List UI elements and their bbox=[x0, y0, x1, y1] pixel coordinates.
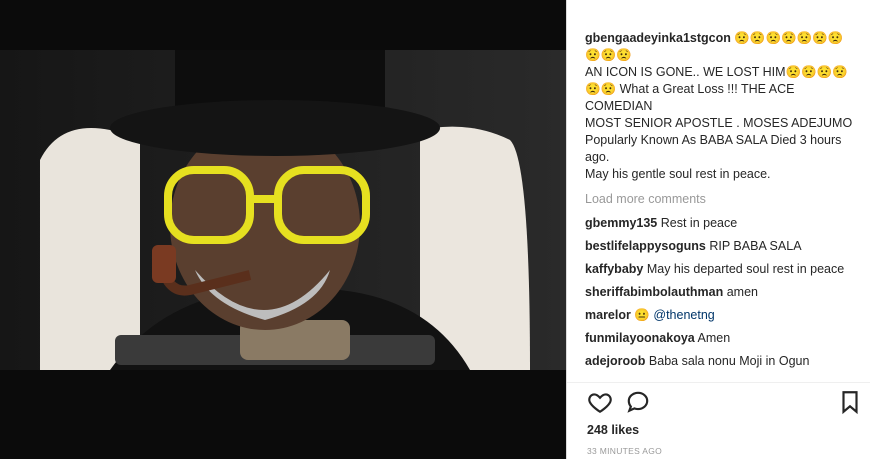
post-timestamp: 33 MINUTES AGO bbox=[587, 446, 663, 456]
comment-icon[interactable] bbox=[625, 389, 651, 415]
caption-line2: What a Great Loss !!! THE ACE COMEDIAN bbox=[585, 82, 795, 113]
post-caption: gbengaadeyinka1stgcon 😟😟😟😟😟😟😟😟😟😟 AN ICON… bbox=[585, 30, 855, 183]
comment-text: amen bbox=[726, 285, 758, 299]
comment-item: marelor 😐 @thenetng bbox=[585, 307, 855, 324]
caption-username[interactable]: gbengaadeyinka1stgcon bbox=[585, 31, 731, 45]
comment-username[interactable]: gbemmy135 bbox=[585, 216, 657, 230]
comment-username[interactable]: marelor bbox=[585, 308, 631, 322]
heart-icon[interactable] bbox=[587, 389, 613, 415]
media-panel bbox=[0, 0, 566, 459]
comment-text: May his departed soul rest in peace bbox=[646, 262, 845, 276]
comment-text: Baba sala nonu Moji in Ogun bbox=[648, 354, 810, 368]
comment-username[interactable]: funmilayoonakoya bbox=[585, 331, 695, 345]
bookmark-icon[interactable] bbox=[837, 389, 863, 415]
caption-line1: AN ICON IS GONE.. WE LOST HIM bbox=[585, 65, 786, 79]
load-more-comments-link[interactable]: Load more comments bbox=[585, 191, 855, 208]
comment-username[interactable]: bestlifelappysoguns bbox=[585, 239, 706, 253]
comment-username[interactable]: kaffybaby bbox=[585, 262, 643, 276]
comment-item: sheriffabimbolauthman amen bbox=[585, 284, 855, 301]
comments-list[interactable]: gbengaadeyinka1stgcon 😟😟😟😟😟😟😟😟😟😟 AN ICON… bbox=[585, 30, 855, 382]
comment-text: RIP BABA SALA bbox=[709, 239, 802, 253]
comments-panel: gbengaadeyinka1stgcon 😟😟😟😟😟😟😟😟😟😟 AN ICON… bbox=[567, 0, 870, 460]
post-actions-bar: 248 likes 33 MINUTES AGO bbox=[567, 382, 870, 460]
comment-item: adejoroob Baba sala nonu Moji in Ogun bbox=[585, 353, 855, 370]
comment-username[interactable]: sheriffabimbolauthman bbox=[585, 285, 723, 299]
portrait-illustration bbox=[0, 50, 566, 370]
comment-mention[interactable]: @thenetng bbox=[653, 308, 714, 322]
comment-item: kaffybaby May his departed soul rest in … bbox=[585, 261, 855, 278]
caption-line3: MOST SENIOR APOSTLE . MOSES ADEJUMO Popu… bbox=[585, 116, 853, 164]
comment-item: bestlifelappysoguns RIP BABA SALA bbox=[585, 238, 855, 255]
comment-text: Amen bbox=[697, 331, 731, 345]
post-photo[interactable] bbox=[0, 50, 566, 370]
comment-item: gbemmy135 Rest in peace bbox=[585, 215, 855, 232]
comment-username[interactable]: adejoroob bbox=[585, 354, 645, 368]
likes-count[interactable]: 248 likes bbox=[587, 423, 639, 437]
comment-item: funmilayoonakoya Amen bbox=[585, 330, 855, 347]
caption-line4: May his gentle soul rest in peace. bbox=[585, 167, 771, 181]
comment-text: 😐 bbox=[634, 308, 654, 322]
comment-text: Rest in peace bbox=[660, 216, 738, 230]
